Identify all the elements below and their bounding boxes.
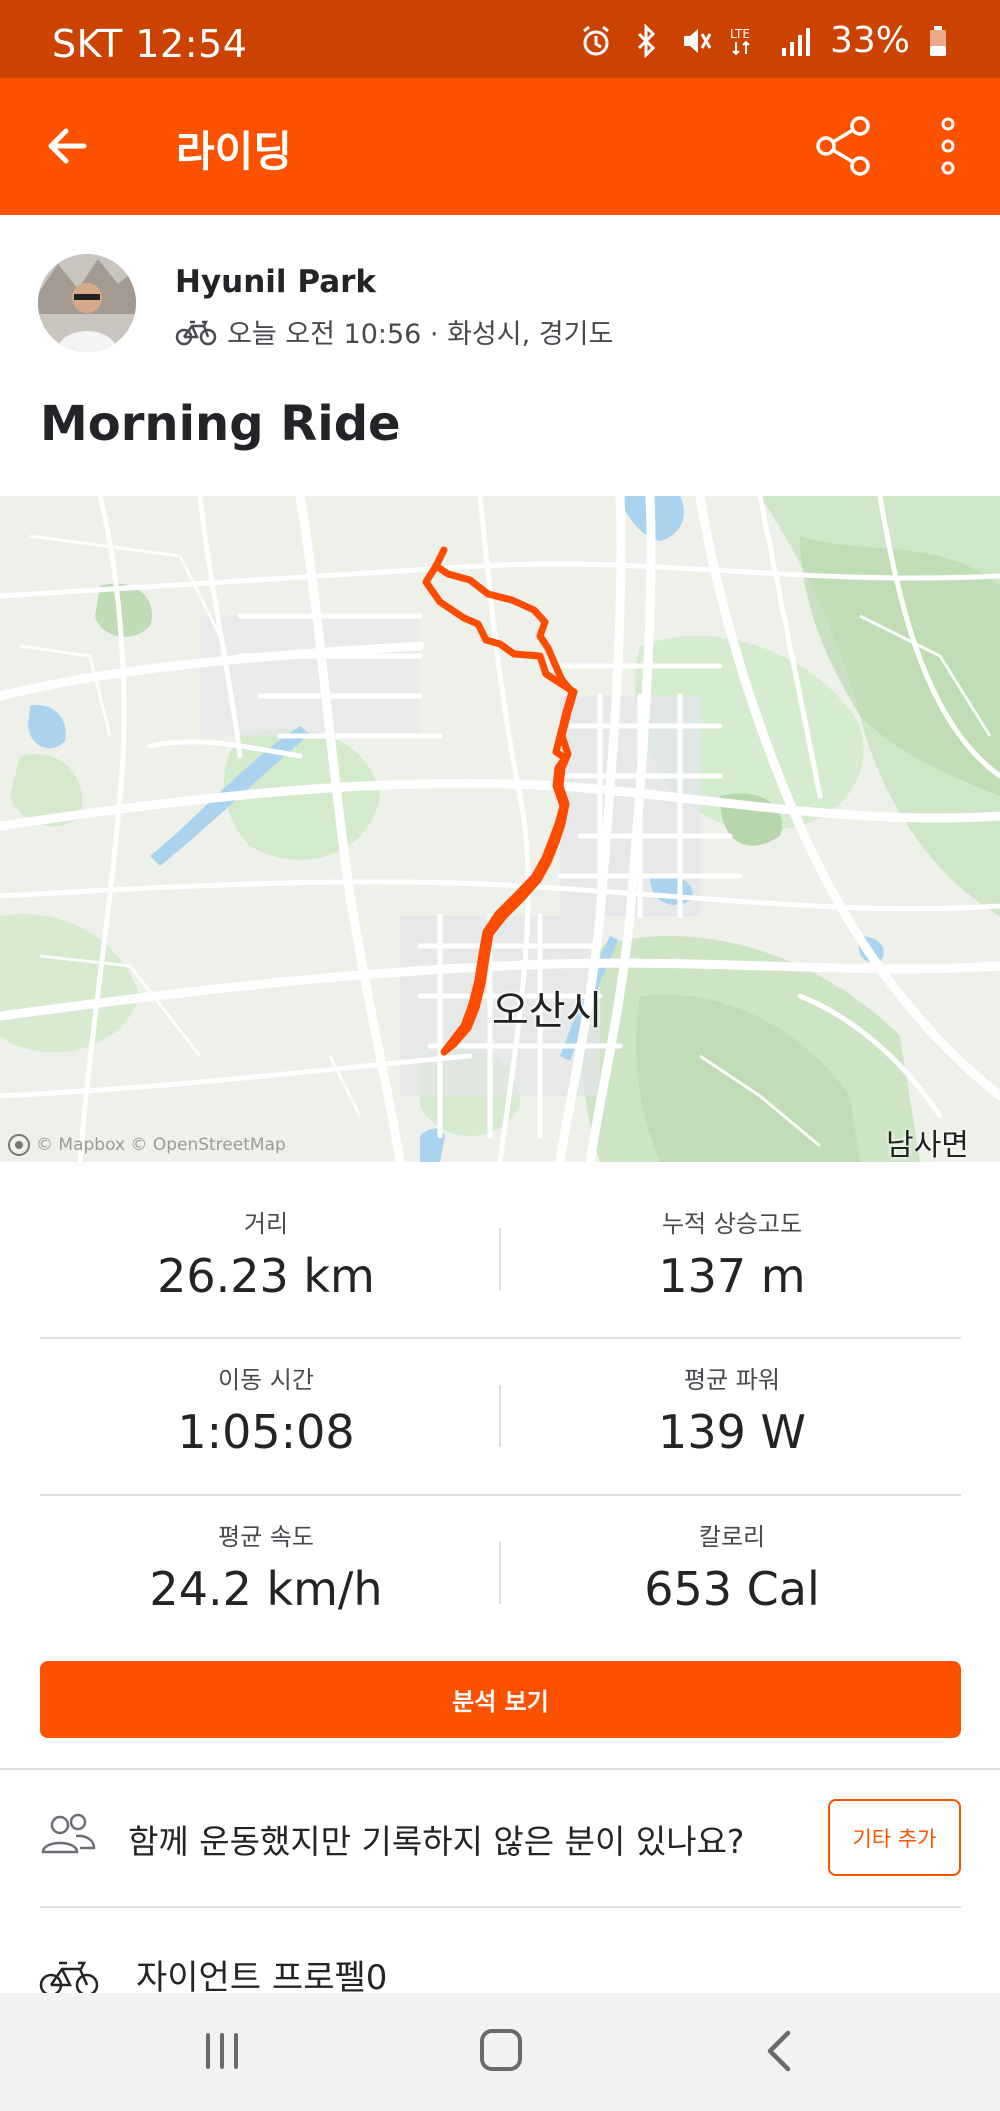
add-others-button[interactable]: 기타 추가 — [828, 1799, 961, 1876]
stat-moving-time: 이동 시간 1:05:08 — [36, 1360, 496, 1459]
app-bar: 라이딩 — [0, 78, 1000, 215]
map-attribution[interactable]: © Mapbox © OpenStreetMap — [8, 1134, 286, 1156]
battery-icon — [930, 25, 946, 56]
stat-value: 26.23 km — [157, 1249, 375, 1303]
stat-value: 24.2 km/h — [149, 1562, 383, 1616]
system-nav-bar — [0, 1993, 1000, 2111]
stat-calories: 칼로리 653 Cal — [502, 1517, 962, 1616]
svg-text:LTE: LTE — [730, 27, 750, 41]
map-district-label: 남사면 — [886, 1128, 969, 1163]
home-button[interactable] — [480, 2029, 522, 2071]
map-base — [0, 496, 1000, 1162]
group-prompt-text: 함께 운동했지만 기록하지 않은 분이 있나요? — [128, 1822, 745, 1861]
stat-divider — [499, 1385, 501, 1447]
stat-distance: 거리 26.23 km — [36, 1204, 496, 1303]
athlete-name[interactable]: Hyunil Park — [175, 264, 376, 300]
status-bar: SKT 12:54 LTE 33% — [0, 0, 1000, 78]
stat-divider — [499, 1542, 501, 1604]
map-city-label: 오산시 — [492, 988, 603, 1034]
stat-value: 137 m — [658, 1249, 806, 1303]
share-button[interactable] — [812, 114, 876, 178]
section-divider — [40, 1906, 961, 1908]
stat-label: 칼로리 — [698, 1523, 766, 1551]
stats-row-divider — [40, 1337, 961, 1339]
battery-percent: 33% — [829, 20, 910, 61]
stat-elevation-gain: 누적 상승고도 137 m — [502, 1204, 962, 1303]
page-title: 라이딩 — [176, 127, 292, 176]
group-icon — [41, 1813, 96, 1854]
system-back-button[interactable] — [760, 2029, 800, 2073]
mute-icon — [683, 28, 712, 53]
back-button[interactable] — [40, 118, 96, 174]
stats-row-divider — [40, 1494, 961, 1496]
stat-label: 누적 상승고도 — [661, 1210, 803, 1238]
status-carrier-time: SKT 12:54 — [52, 22, 248, 66]
status-icons: LTE 33% — [580, 20, 948, 61]
activity-title: Morning Ride — [40, 396, 401, 452]
bike-icon — [39, 1961, 99, 1997]
stat-average-power: 평균 파워 139 W — [502, 1360, 962, 1459]
activity-meta: 오늘 오전 10:56 · 화성시, 경기도 — [175, 312, 613, 351]
route-map[interactable] — [0, 496, 1000, 1162]
view-analysis-button[interactable]: 분석 보기 — [40, 1661, 961, 1738]
bluetooth-icon — [637, 23, 656, 58]
avatar[interactable] — [38, 254, 136, 352]
bike-icon — [175, 320, 217, 345]
stat-divider — [499, 1228, 501, 1290]
alarm-icon — [583, 25, 609, 55]
stat-label: 이동 시간 — [218, 1366, 314, 1394]
lte-signal-icon: LTE — [730, 27, 750, 55]
section-divider — [0, 1768, 1000, 1770]
stat-value: 653 Cal — [644, 1562, 820, 1616]
stat-label: 거리 — [243, 1210, 289, 1238]
stat-value: 1:05:08 — [177, 1405, 355, 1459]
recent-apps-button[interactable] — [202, 2033, 242, 2069]
stat-label: 평균 속도 — [218, 1523, 314, 1551]
stat-average-speed: 평균 속도 24.2 km/h — [36, 1517, 496, 1616]
stat-value: 139 W — [658, 1405, 806, 1459]
activity-time-location: 오늘 오전 10:56 · 화성시, 경기도 — [227, 319, 614, 350]
map-attribution-text: © Mapbox © OpenStreetMap — [36, 1135, 286, 1155]
gear-name[interactable]: 자이언트 프로펠0 — [136, 1950, 387, 1999]
signal-bars-icon — [781, 27, 810, 56]
avatar-photo — [38, 254, 136, 352]
more-options-button[interactable] — [928, 116, 968, 176]
stat-label: 평균 파워 — [684, 1366, 780, 1394]
mapbox-logo-icon — [8, 1134, 30, 1156]
